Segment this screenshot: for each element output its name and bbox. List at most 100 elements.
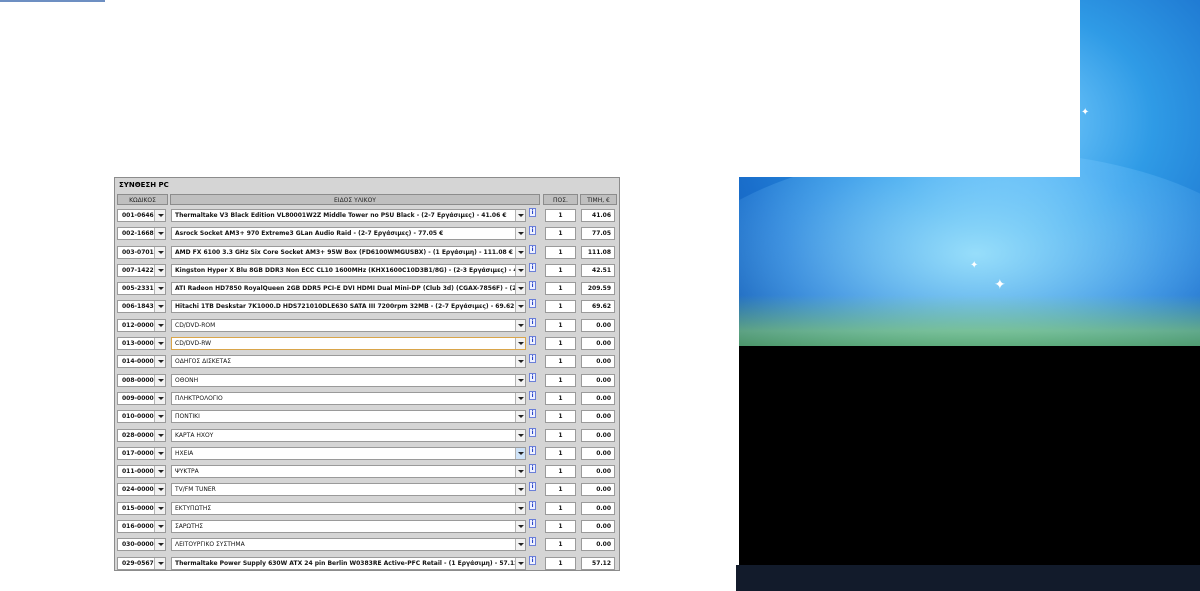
quantity-field[interactable]: 1 xyxy=(545,355,576,369)
info-icon[interactable]: i xyxy=(529,317,536,327)
quantity-field[interactable]: 1 xyxy=(545,318,576,332)
chevron-down-icon[interactable] xyxy=(515,338,525,350)
item-select[interactable]: ΟΔΗΓΟΣ ΔΙΣΚΕΤΑΣ xyxy=(171,355,526,369)
item-select[interactable]: Kingston Hyper X Blu 8GB DDR3 Non ECC CL… xyxy=(171,263,526,277)
chevron-down-icon[interactable] xyxy=(154,283,165,295)
item-select[interactable]: ΠΟΝΤΙΚΙ xyxy=(171,410,526,424)
item-select[interactable]: Asrock Socket AM3+ 970 Extreme3 GLan Aud… xyxy=(171,227,526,241)
item-select[interactable]: TV/FM TUNER xyxy=(171,483,526,497)
quantity-field[interactable]: 1 xyxy=(545,538,576,552)
chevron-down-icon[interactable] xyxy=(515,283,525,295)
chevron-down-icon[interactable] xyxy=(154,539,165,551)
quantity-field[interactable]: 1 xyxy=(545,209,576,222)
quantity-field[interactable]: 1 xyxy=(545,410,576,424)
chevron-down-icon[interactable] xyxy=(515,392,525,404)
info-icon[interactable]: i xyxy=(529,262,536,272)
chevron-down-icon[interactable] xyxy=(154,502,165,514)
chevron-down-icon[interactable] xyxy=(515,557,525,569)
info-icon[interactable]: i xyxy=(529,354,536,364)
item-select[interactable]: ΨΥΚΤΡΑ xyxy=(171,465,526,479)
item-select[interactable]: ΠΛΗΚΤΡΟΛΟΓΙΟ xyxy=(171,391,526,405)
chevron-down-icon[interactable] xyxy=(515,374,525,386)
chevron-down-icon[interactable] xyxy=(154,557,165,569)
quantity-field[interactable]: 1 xyxy=(545,337,576,351)
quantity-field[interactable]: 1 xyxy=(545,501,576,515)
chevron-down-icon[interactable] xyxy=(154,338,165,350)
info-icon[interactable]: i xyxy=(529,500,536,510)
info-icon[interactable]: i xyxy=(529,244,536,254)
info-icon[interactable]: i xyxy=(529,464,536,474)
chevron-down-icon[interactable] xyxy=(154,246,165,258)
chevron-down-icon[interactable] xyxy=(515,502,525,514)
chevron-down-icon[interactable] xyxy=(515,319,525,331)
quantity-field[interactable]: 1 xyxy=(545,227,576,241)
item-select[interactable]: ΟΘΟΝΗ xyxy=(171,373,526,387)
info-icon[interactable]: i xyxy=(529,482,536,492)
item-select[interactable]: ΣΑΡΩΤΗΣ xyxy=(171,520,526,534)
chevron-down-icon[interactable] xyxy=(515,466,525,478)
chevron-down-icon[interactable] xyxy=(154,264,165,276)
quantity-field[interactable]: 1 xyxy=(545,556,576,570)
chevron-down-icon[interactable] xyxy=(515,539,525,551)
item-select[interactable]: Thermaltake V3 Black Edition VL80001W2Z … xyxy=(171,209,526,222)
item-select[interactable]: Hitachi 1TB Deskstar 7K1000.D HDS721010D… xyxy=(171,300,526,314)
info-icon[interactable]: i xyxy=(529,299,536,309)
chevron-down-icon[interactable] xyxy=(154,392,165,404)
chevron-down-icon[interactable] xyxy=(154,374,165,386)
info-icon[interactable]: i xyxy=(529,372,536,382)
info-icon[interactable]: i xyxy=(529,537,536,547)
chevron-down-icon[interactable] xyxy=(515,411,525,423)
item-select[interactable]: ΕΚΤΥΠΩΤΗΣ xyxy=(171,501,526,515)
quantity-field[interactable]: 1 xyxy=(545,446,576,460)
chevron-down-icon[interactable] xyxy=(154,429,165,441)
quantity-field[interactable]: 1 xyxy=(545,373,576,387)
chevron-down-icon[interactable] xyxy=(154,447,165,459)
chevron-down-icon[interactable] xyxy=(154,301,165,313)
item-select[interactable]: ATI Radeon HD7850 RoyalQueen 2GB DDR5 PC… xyxy=(171,282,526,296)
info-icon[interactable]: i xyxy=(529,445,536,455)
chevron-down-icon[interactable] xyxy=(154,521,165,533)
info-icon[interactable]: i xyxy=(529,427,536,437)
item-select[interactable]: CD/DVD-ROM xyxy=(171,318,526,332)
quantity-field[interactable]: 1 xyxy=(545,282,576,296)
quantity-field[interactable]: 1 xyxy=(545,391,576,405)
info-icon[interactable]: i xyxy=(529,519,536,529)
chevron-down-icon[interactable] xyxy=(515,447,525,459)
info-icon[interactable]: i xyxy=(529,390,536,400)
item-select[interactable]: ΗΧΕΙΑ xyxy=(171,446,526,460)
info-icon[interactable]: i xyxy=(529,336,536,346)
item-select[interactable]: AMD FX 6100 3.3 GHz Six Core Socket AM3+… xyxy=(171,245,526,259)
item-select[interactable]: CD/DVD-RW xyxy=(171,337,526,351)
quantity-field[interactable]: 1 xyxy=(545,483,576,497)
chevron-down-icon[interactable] xyxy=(515,264,525,276)
chevron-down-icon[interactable] xyxy=(154,210,165,221)
chevron-down-icon[interactable] xyxy=(515,301,525,313)
chevron-down-icon[interactable] xyxy=(515,521,525,533)
chevron-down-icon[interactable] xyxy=(154,484,165,496)
quantity-field[interactable]: 1 xyxy=(545,263,576,277)
chevron-down-icon[interactable] xyxy=(154,228,165,240)
chevron-down-icon[interactable] xyxy=(515,210,525,221)
chevron-down-icon[interactable] xyxy=(515,429,525,441)
chevron-down-icon[interactable] xyxy=(515,484,525,496)
info-icon[interactable]: i xyxy=(529,409,536,419)
info-icon[interactable]: i xyxy=(529,226,536,236)
quantity-field[interactable]: 1 xyxy=(545,520,576,534)
quantity-field[interactable]: 1 xyxy=(545,465,576,479)
chevron-down-icon[interactable] xyxy=(154,411,165,423)
item-select[interactable]: Thermaltake Power Supply 630W ATX 24 pin… xyxy=(171,556,526,570)
info-icon[interactable]: i xyxy=(529,208,536,217)
quantity-field[interactable]: 1 xyxy=(545,245,576,259)
chevron-down-icon[interactable] xyxy=(515,228,525,240)
chevron-down-icon[interactable] xyxy=(154,356,165,368)
chevron-down-icon[interactable] xyxy=(154,319,165,331)
quantity-field[interactable]: 1 xyxy=(545,428,576,442)
quantity-field[interactable]: 1 xyxy=(545,300,576,314)
item-select[interactable]: ΚΑΡΤΑ ΗΧΟΥ xyxy=(171,428,526,442)
chevron-down-icon[interactable] xyxy=(515,356,525,368)
chevron-down-icon[interactable] xyxy=(515,246,525,258)
item-select[interactable]: ΛΕΙΤΟΥΡΓΙΚΟ ΣΥΣΤΗΜΑ xyxy=(171,538,526,552)
chevron-down-icon[interactable] xyxy=(154,466,165,478)
info-icon[interactable]: i xyxy=(529,281,536,291)
info-icon[interactable]: i xyxy=(529,555,536,565)
